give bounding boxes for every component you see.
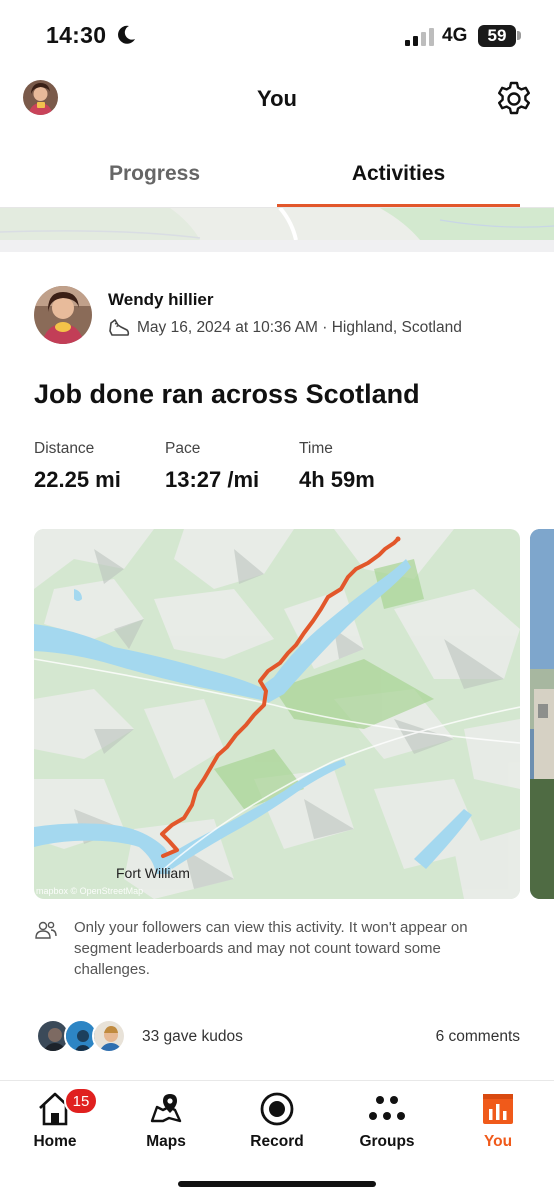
activity-title[interactable]: Job done ran across Scotland [34,379,420,410]
map-strip-graphic [0,208,554,240]
nav-label: Home [33,1133,77,1150]
stat-value: 13:27 /mi [165,467,260,492]
gear-icon[interactable] [495,80,533,118]
stat-value: 22.25 mi [34,467,121,492]
stat-distance: Distance 22.25 mi [34,440,121,493]
activity-meta: May 16, 2024 at 10:36 AM · Highland, Sco… [137,319,462,336]
comments-count[interactable]: 6 comments [436,1028,520,1046]
top-header: You [0,70,554,130]
followers-icon [35,921,57,939]
activity-photo-thumbnail[interactable] [530,529,554,899]
card-separator [0,240,554,252]
kudos-count[interactable]: 33 gave kudos [142,1028,243,1046]
moon-icon [118,25,135,44]
route-map-graphic: Fort William mapbox © OpenStreetMap [34,529,520,899]
activity-card[interactable]: Wendy hillier May 16, 2024 at 10:36 AM ·… [0,252,554,1080]
stat-label: Pace [165,440,201,457]
map-attribution: mapbox © OpenStreetMap [36,886,143,896]
notification-badge: 15 [64,1087,98,1115]
you-icon [483,1094,513,1124]
running-shoe-icon [109,319,130,336]
nav-maps[interactable]: Maps [111,1081,221,1161]
nav-record[interactable]: Record [222,1081,332,1161]
athlete-photo [34,286,92,344]
tab-bar: Progress Activities [0,140,554,208]
nav-label: You [483,1133,513,1150]
stat-label: Time [299,440,333,457]
nav-you[interactable]: You [443,1081,553,1161]
battery-icon: 59 [478,25,516,47]
stat-time: Time 4h 59m [299,440,375,493]
athlete-avatar[interactable] [34,286,92,344]
network-type: 4G [442,25,468,46]
groups-icon [369,1096,405,1120]
stat-value: 4h 59m [299,467,375,492]
photo-graphic [530,529,554,899]
nav-label: Record [250,1133,304,1150]
athlete-name[interactable]: Wendy hillier [108,290,214,310]
nav-groups[interactable]: Groups [332,1081,442,1161]
maps-icon [150,1094,182,1123]
page-title: You [257,86,297,111]
map-place-label: Fort William [116,865,190,881]
home-indicator [178,1181,376,1187]
status-time: 14:30 [46,22,107,48]
nav-label: Groups [359,1133,415,1150]
battery-cap [517,31,521,40]
avatar [92,1019,126,1053]
nav-label: Maps [146,1133,186,1150]
privacy-note: Only your followers can view this activi… [74,919,468,978]
previous-activity-map[interactable] [0,208,554,240]
stat-pace: Pace 13:27 /mi [165,440,259,493]
nav-home[interactable]: 15 Home [0,1081,110,1161]
stat-label: Distance [34,440,95,457]
tab-activities[interactable]: Activities [277,140,520,208]
route-map[interactable]: Fort William mapbox © OpenStreetMap [34,529,520,899]
signal-icon [405,28,434,46]
kudos-avatars[interactable] [36,1019,130,1055]
status-bar: 14:30 4G 59 [0,0,554,70]
tab-progress[interactable]: Progress [33,140,276,208]
record-icon [260,1092,294,1126]
